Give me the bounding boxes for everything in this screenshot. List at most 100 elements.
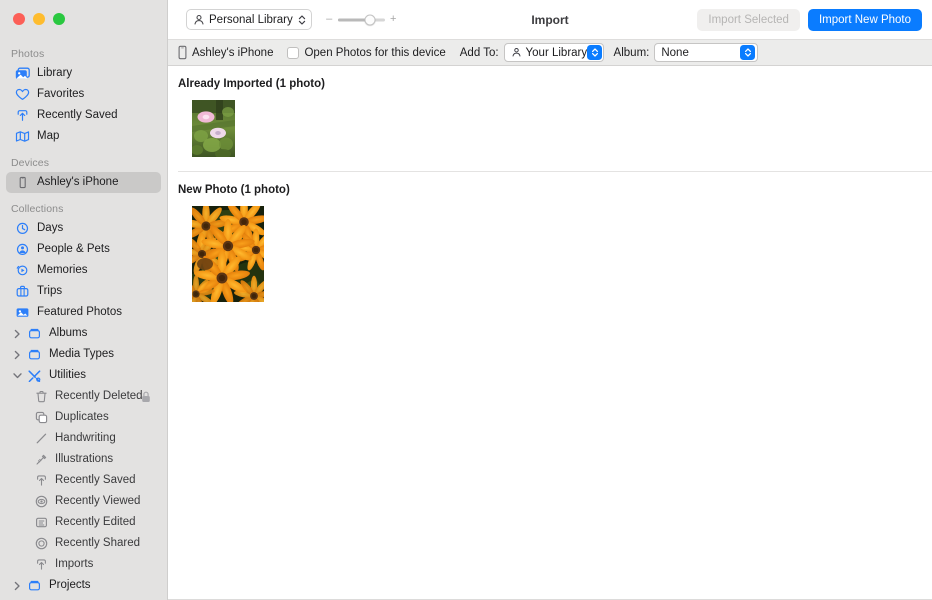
- sidebar-item-utilities[interactable]: Utilities: [6, 365, 161, 386]
- sidebar-item-imports[interactable]: Imports: [6, 554, 161, 575]
- sidebar-item-map[interactable]: Map: [6, 126, 161, 147]
- iphone-icon: [178, 45, 187, 60]
- sidebar-item-library[interactable]: Library: [6, 63, 161, 84]
- stepper-chevrons-icon[interactable]: [587, 45, 603, 60]
- sidebar-item-label: Media Types: [49, 347, 114, 360]
- sidebar-item-label: Imports: [55, 557, 94, 570]
- sidebar-item-days[interactable]: Days: [6, 218, 161, 239]
- suitcase-icon: [14, 284, 31, 299]
- sidebar-item-label: Handwriting: [55, 431, 116, 444]
- album-folder-icon: [26, 326, 43, 341]
- duplicates-icon: [34, 410, 49, 425]
- sidebar-item-projects[interactable]: Projects: [6, 575, 161, 596]
- toolbar: Personal Library – + Import Import Selec…: [168, 0, 932, 39]
- sidebar-item-recently-saved[interactable]: Recently Saved: [6, 105, 161, 126]
- close-button[interactable]: [13, 13, 25, 25]
- sidebar-item-label: Albums: [49, 326, 88, 339]
- album-value: None: [661, 46, 689, 59]
- sidebar-item-memories[interactable]: Memories: [6, 260, 161, 281]
- chevron-right-icon[interactable]: [13, 329, 22, 338]
- sidebar-item-label: Recently Saved: [55, 473, 136, 486]
- zoom-in-label[interactable]: +: [390, 14, 397, 25]
- sidebar-section-devices-header: Devices: [11, 157, 50, 169]
- photos-import-window: Photos Library Favorites Recently Saved …: [0, 0, 932, 600]
- sidebar-item-label: People & Pets: [37, 242, 110, 255]
- clock-icon: [14, 221, 31, 236]
- sidebar-item-recently-edited[interactable]: Recently Edited: [6, 512, 161, 533]
- sidebar-item-label: Ashley's iPhone: [37, 175, 119, 188]
- photos-library-icon: [14, 66, 31, 81]
- sidebar-item-label: Recently Shared: [55, 536, 141, 549]
- section-new-photo: New Photo (1 photo): [168, 172, 932, 302]
- up-down-chevron-icon: [298, 14, 306, 26]
- zoom-slider-control[interactable]: – +: [326, 14, 397, 26]
- sidebar-item-recently-viewed[interactable]: Recently Viewed: [6, 491, 161, 512]
- add-to-popup-button[interactable]: Your Library: [503, 43, 604, 62]
- sidebar-item-label: Recently Saved: [37, 108, 118, 121]
- sidebar-item-duplicates[interactable]: Duplicates: [6, 407, 161, 428]
- heart-icon: [14, 87, 31, 102]
- thumbnail-size-slider[interactable]: [337, 14, 385, 26]
- section-heading: Already Imported (1 photo): [178, 78, 325, 90]
- sidebar-item-label: Projects: [49, 578, 91, 591]
- sidebar-item-label: Recently Viewed: [55, 494, 141, 507]
- save-arrow-icon: [34, 557, 49, 572]
- sidebar-item-favorites[interactable]: Favorites: [6, 84, 161, 105]
- tools-icon: [26, 368, 43, 383]
- sidebar-item-trips[interactable]: Trips: [6, 281, 161, 302]
- sidebar-item-handwriting[interactable]: Handwriting: [6, 428, 161, 449]
- person-icon: [511, 47, 522, 58]
- add-to-label: Add To:: [459, 46, 499, 59]
- sidebar-item-ashleys-iphone[interactable]: Ashley's iPhone: [6, 172, 161, 193]
- stepper-chevrons-icon[interactable]: [740, 45, 756, 60]
- import-device-name: Ashley's iPhone: [192, 46, 274, 59]
- zoom-button[interactable]: [53, 13, 65, 25]
- edited-doc-icon: [34, 515, 49, 530]
- sidebar-item-people-and-pets[interactable]: People & Pets: [6, 239, 161, 260]
- import-content-area: Already Imported (1 photo) New Photo (1 …: [168, 66, 932, 600]
- sidebar-item-albums[interactable]: Albums: [6, 323, 161, 344]
- import-new-photo-button[interactable]: Import New Photo: [807, 8, 922, 31]
- sidebar-item-featured-photos[interactable]: Featured Photos: [6, 302, 161, 323]
- slider-thumb[interactable]: [364, 14, 376, 25]
- zoom-out-label[interactable]: –: [326, 14, 333, 25]
- illustrations-icon: [34, 452, 49, 467]
- album-popup-button[interactable]: None: [654, 43, 759, 62]
- open-photos-checkbox-row[interactable]: Open Photos for this device: [287, 46, 446, 59]
- album-folder-icon: [26, 578, 43, 593]
- section-heading: New Photo (1 photo): [178, 184, 290, 196]
- sidebar-item-media-types[interactable]: Media Types: [6, 344, 161, 365]
- personal-library-popup-button[interactable]: Personal Library: [186, 9, 312, 30]
- import-selected-button[interactable]: Import Selected: [697, 8, 800, 31]
- orange-flowers-thumbnail[interactable]: [192, 206, 264, 302]
- thumbnail-grid: [168, 196, 932, 302]
- main-pane: Personal Library – + Import Import Selec…: [168, 0, 932, 600]
- pink-flowers-thumbnail[interactable]: [192, 100, 235, 157]
- sidebar-item-illustrations[interactable]: Illustrations: [6, 449, 161, 470]
- minimize-button[interactable]: [33, 13, 45, 25]
- chevron-right-icon[interactable]: [13, 350, 22, 359]
- sidebar-item-recently-shared[interactable]: Recently Shared: [6, 533, 161, 554]
- sidebar-item-recently-deleted[interactable]: Recently Deleted: [6, 386, 161, 407]
- window-controls: [13, 13, 65, 25]
- iphone-icon: [14, 175, 31, 190]
- sidebar-item-label: Utilities: [49, 368, 87, 381]
- sidebar-item-label: Memories: [37, 263, 88, 276]
- chevron-right-icon[interactable]: [13, 581, 22, 590]
- sidebar-item-label: Map: [37, 129, 60, 142]
- chevron-down-icon[interactable]: [13, 371, 22, 380]
- sidebar-section-collections-header: Collections: [11, 203, 64, 215]
- sidebar-item-label: Duplicates: [55, 410, 109, 423]
- open-photos-checkbox[interactable]: [287, 46, 300, 59]
- add-to-value: Your Library: [525, 46, 588, 59]
- sidebar-section-photos-header: Photos: [11, 48, 45, 60]
- featured-photo-icon: [14, 305, 31, 320]
- import-device-indicator: Ashley's iPhone: [178, 45, 273, 60]
- memories-play-icon: [14, 263, 31, 278]
- import-options-bar: Ashley's iPhone Open Photos for this dev…: [168, 39, 932, 66]
- album-label: Album:: [613, 46, 650, 59]
- lock-icon: [141, 391, 151, 403]
- sidebar-item-label: Favorites: [37, 87, 85, 100]
- open-photos-label: Open Photos for this device: [304, 46, 446, 59]
- sidebar-item-recently-saved-utility[interactable]: Recently Saved: [6, 470, 161, 491]
